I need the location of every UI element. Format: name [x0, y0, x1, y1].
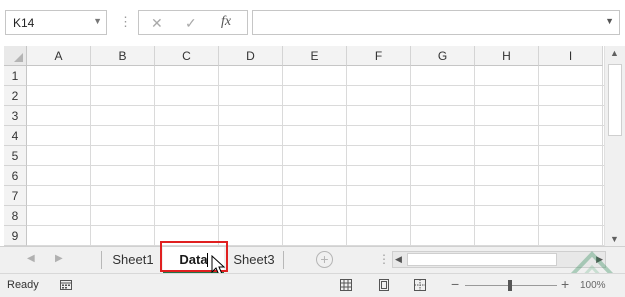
row-header-7[interactable]: 7: [4, 186, 27, 206]
column-header-d[interactable]: D: [219, 46, 283, 66]
next-sheet-icon[interactable]: ▶: [55, 253, 63, 264]
worksheet-grid[interactable]: ABCDEFGHI 123456789: [4, 46, 604, 246]
name-box[interactable]: K14 ▼: [5, 10, 107, 35]
prev-sheet-icon[interactable]: ◀: [27, 253, 35, 264]
name-box-value: K14: [13, 16, 35, 30]
row-header-4[interactable]: 4: [4, 126, 27, 146]
row-header-3[interactable]: 3: [4, 106, 27, 126]
tab-sheet1[interactable]: Sheet1: [106, 247, 160, 273]
page-layout-view-icon[interactable]: [378, 279, 390, 291]
page-break-view-icon[interactable]: [414, 279, 426, 291]
split-handle-icon[interactable]: ⋮: [378, 252, 390, 266]
chevron-down-icon[interactable]: ▼: [93, 16, 102, 26]
row-header-8[interactable]: 8: [4, 206, 27, 226]
more-options-icon: ⋮: [119, 14, 132, 29]
status-mode: Ready: [7, 279, 39, 291]
column-header-a[interactable]: A: [27, 46, 91, 66]
tab-label: Sheet1: [112, 252, 154, 267]
macro-recording-icon[interactable]: [60, 279, 72, 291]
expand-formula-bar-icon[interactable]: ▼: [605, 16, 614, 26]
row-header-2[interactable]: 2: [4, 86, 27, 106]
column-header-h[interactable]: H: [475, 46, 539, 66]
vertical-scroll-thumb[interactable]: [608, 64, 622, 136]
zoom-out-button[interactable]: −: [451, 276, 459, 292]
column-header-f[interactable]: F: [347, 46, 411, 66]
tab-sheet3[interactable]: Sheet3: [226, 247, 282, 273]
normal-view-icon[interactable]: [340, 279, 352, 291]
status-bar: Ready − + 100%: [0, 273, 625, 297]
cell-area[interactable]: [27, 66, 604, 246]
insert-function-icon[interactable]: fx: [221, 14, 231, 30]
row-header-9[interactable]: 9: [4, 226, 27, 246]
zoom-level[interactable]: 100%: [580, 280, 606, 291]
column-header-b[interactable]: B: [91, 46, 155, 66]
horizontal-scroll-thumb[interactable]: [407, 253, 557, 266]
tab-label: Sheet3: [233, 252, 275, 267]
formula-buttons: ✕ ✓ fx: [138, 10, 248, 35]
row-header-1[interactable]: 1: [4, 66, 27, 86]
scroll-left-icon[interactable]: ◀: [395, 254, 402, 265]
text-caret: [207, 253, 208, 267]
column-header-e[interactable]: E: [283, 46, 347, 66]
column-header-i[interactable]: I: [539, 46, 603, 66]
tab-divider: [101, 251, 102, 269]
scroll-up-icon[interactable]: ▲: [610, 48, 619, 58]
row-header-6[interactable]: 6: [4, 166, 27, 186]
add-sheet-icon[interactable]: +: [316, 251, 333, 268]
scroll-down-icon[interactable]: ▼: [610, 234, 619, 244]
row-header-5[interactable]: 5: [4, 146, 27, 166]
formula-input[interactable]: ▼: [252, 10, 620, 35]
tab-divider: [283, 251, 284, 269]
select-all-button[interactable]: [4, 46, 27, 66]
cancel-icon[interactable]: ✕: [151, 15, 163, 32]
formula-bar: K14 ▼ ⋮ ✕ ✓ fx ▼: [0, 0, 625, 46]
zoom-slider-thumb[interactable]: [508, 280, 512, 291]
enter-icon[interactable]: ✓: [185, 15, 197, 32]
vertical-scrollbar[interactable]: ▲ ▼: [604, 46, 625, 246]
zoom-in-button[interactable]: +: [561, 276, 569, 292]
column-header-c[interactable]: C: [155, 46, 219, 66]
column-header-g[interactable]: G: [411, 46, 475, 66]
